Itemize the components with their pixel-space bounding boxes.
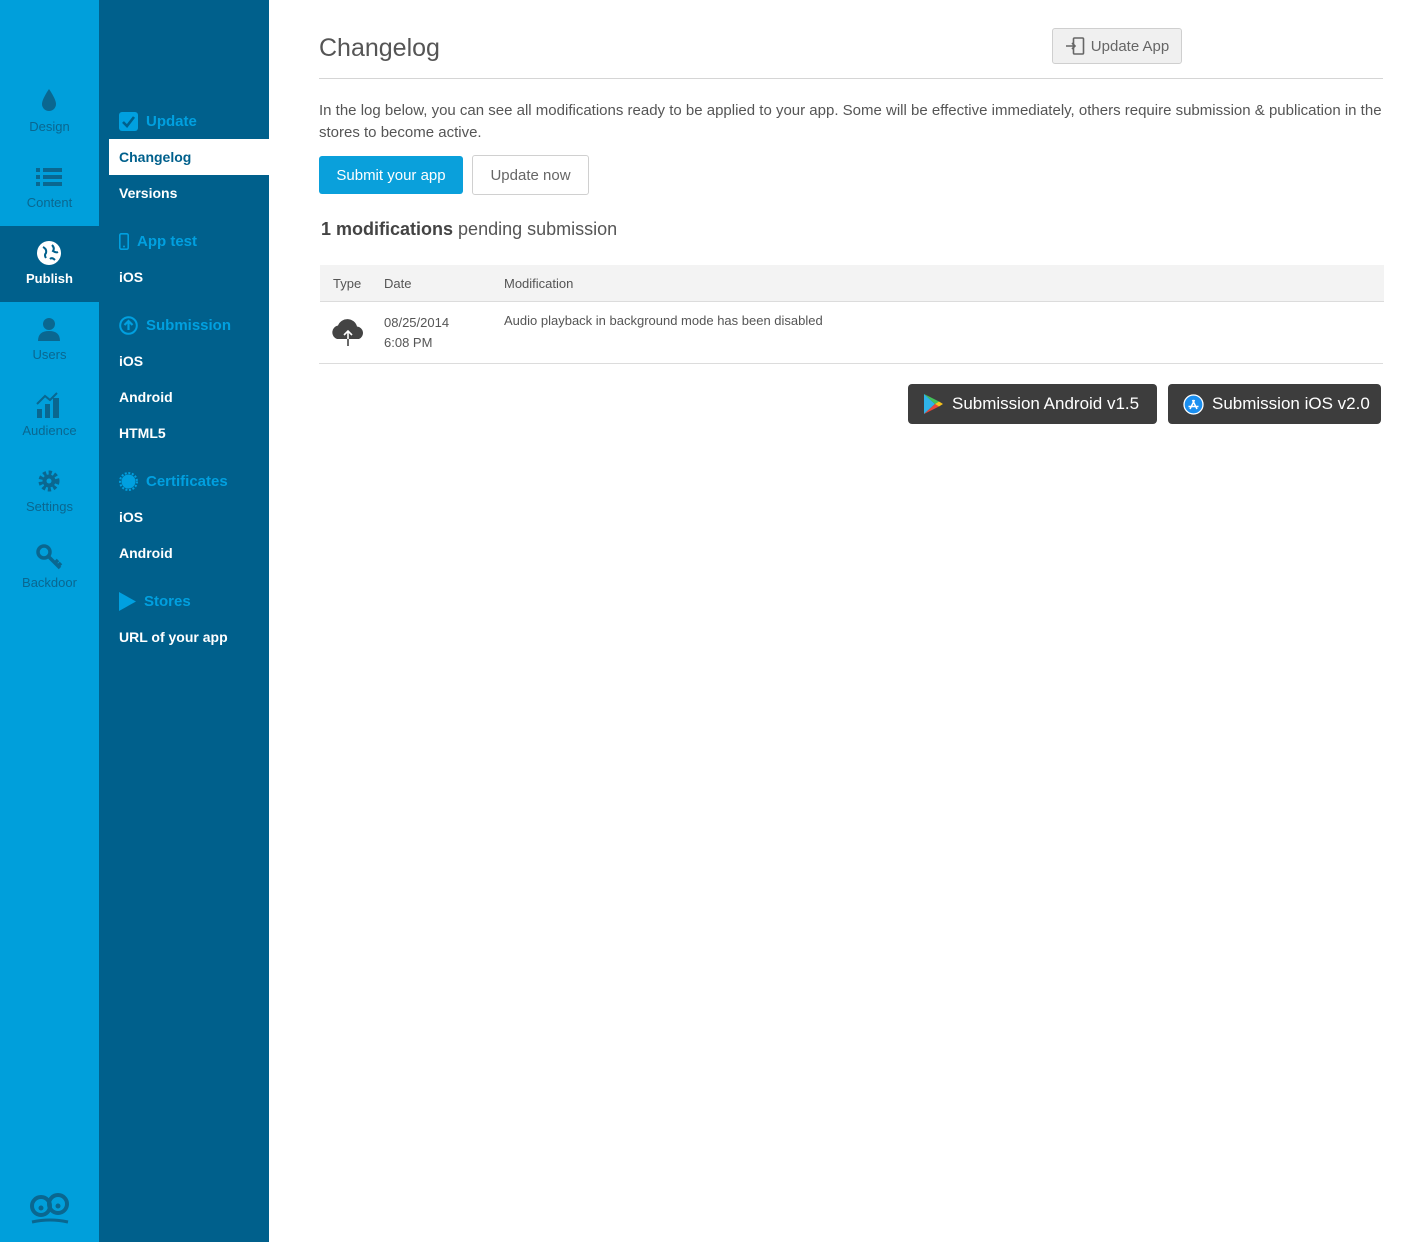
key-icon: [36, 544, 63, 570]
rail-item-label: Design: [29, 119, 70, 134]
section-title: Stores: [144, 592, 191, 610]
drop-icon: [42, 89, 56, 111]
play-icon: [119, 591, 136, 611]
subnav-link-submission-android[interactable]: Android: [109, 379, 269, 415]
app-store-icon: [1183, 393, 1204, 415]
subnav-link-changelog[interactable]: Changelog: [109, 139, 269, 175]
rail-item-label: Audience: [22, 423, 77, 438]
update-app-button[interactable]: Update App: [1052, 28, 1182, 64]
section-title: Update: [146, 112, 197, 130]
subnav-link-certificates-ios[interactable]: iOS: [109, 499, 269, 535]
section-submission: Submission: [119, 313, 231, 337]
rail-item-settings[interactable]: Settings: [0, 454, 99, 530]
section-title: Submission: [146, 316, 232, 334]
rail-item-label: Users: [32, 347, 67, 362]
subnav-link-app-test-ios[interactable]: iOS: [109, 259, 269, 295]
submission-ios-label: Submission iOS v2.0: [1212, 394, 1370, 413]
bar-chart-icon: [36, 392, 59, 418]
row-modification: Audio playback in background mode has be…: [504, 313, 823, 328]
pending-suffix: pending submission: [458, 219, 618, 239]
rail-item-label: Backdoor: [22, 575, 77, 590]
section-certificates: Certificates: [119, 469, 228, 493]
secondary-sidebar: Update Changelog Versions App test iOS S…: [99, 0, 269, 1242]
pending-count: 1 modifications: [321, 219, 454, 239]
row-date-cell: 08/25/2014 6:08 PM: [384, 313, 449, 353]
section-update: Update: [119, 109, 197, 133]
list-icon: [36, 168, 62, 186]
subnav-link-submission-ios[interactable]: iOS: [109, 343, 269, 379]
subnav-link-submission-html5[interactable]: HTML5: [109, 415, 269, 451]
column-header-modification: Modification: [504, 276, 574, 291]
gear-icon: [38, 470, 60, 492]
rail-item-audience[interactable]: Audience: [0, 378, 99, 454]
rail-item-users[interactable]: Users: [0, 302, 99, 378]
cloud-upload-icon: [332, 319, 364, 346]
intro-text: In the log below, you can see all modifi…: [319, 102, 1382, 141]
device-login-icon: [1065, 37, 1085, 55]
subnav-link-certificates-android[interactable]: Android: [109, 535, 269, 571]
subnav-link-versions[interactable]: Versions: [109, 175, 269, 211]
rail-item-label: Settings: [26, 499, 73, 514]
section-stores: Stores: [119, 589, 191, 613]
submit-app-button[interactable]: Submit your app: [319, 156, 463, 194]
upload-circle-icon: [119, 315, 138, 335]
primary-sidebar: Design Content Publish Users Audience Se…: [0, 0, 99, 1242]
google-play-icon: [924, 394, 943, 414]
update-now-button[interactable]: Update now: [472, 155, 589, 195]
globe-icon: [37, 241, 61, 265]
changelog-table-header: Type Date Modification: [320, 265, 1384, 302]
rail-item-publish[interactable]: Publish: [0, 226, 99, 302]
mobile-icon: [119, 232, 129, 250]
rail-item-backdoor[interactable]: Backdoor: [0, 530, 99, 606]
subnav-link-app-url[interactable]: URL of your app: [109, 619, 269, 655]
rail-item-content[interactable]: Content: [0, 150, 99, 226]
update-app-label: Update App: [1090, 37, 1170, 55]
row-date: 08/25/2014: [384, 315, 450, 330]
title-divider: [319, 78, 1383, 79]
table-row: 08/25/2014 6:08 PM Audio playback in bac…: [319, 303, 1383, 364]
certificate-badge-icon: [119, 471, 138, 491]
submission-android-label: Submission Android v1.5: [952, 394, 1140, 413]
rail-item-design[interactable]: Design: [0, 74, 99, 150]
pending-summary: 1 modifications pending submission: [321, 219, 617, 240]
submission-android-button[interactable]: Submission Android v1.5: [908, 384, 1157, 424]
page-title: Changelog: [319, 34, 440, 62]
rail-item-label: Publish: [26, 271, 73, 286]
checkbox-icon: [119, 111, 138, 131]
row-time: 6:08 PM: [384, 335, 433, 350]
column-header-date: Date: [384, 276, 412, 291]
column-header-type: Type: [333, 276, 362, 291]
section-title: App test: [137, 232, 197, 250]
brand-logo-icon: [30, 1193, 69, 1224]
rail-item-label: Content: [26, 195, 73, 210]
section-title: Certificates: [146, 472, 228, 490]
submission-ios-button[interactable]: Submission iOS v2.0: [1168, 384, 1381, 424]
section-app-test: App test: [119, 229, 197, 253]
user-icon: [38, 318, 60, 341]
